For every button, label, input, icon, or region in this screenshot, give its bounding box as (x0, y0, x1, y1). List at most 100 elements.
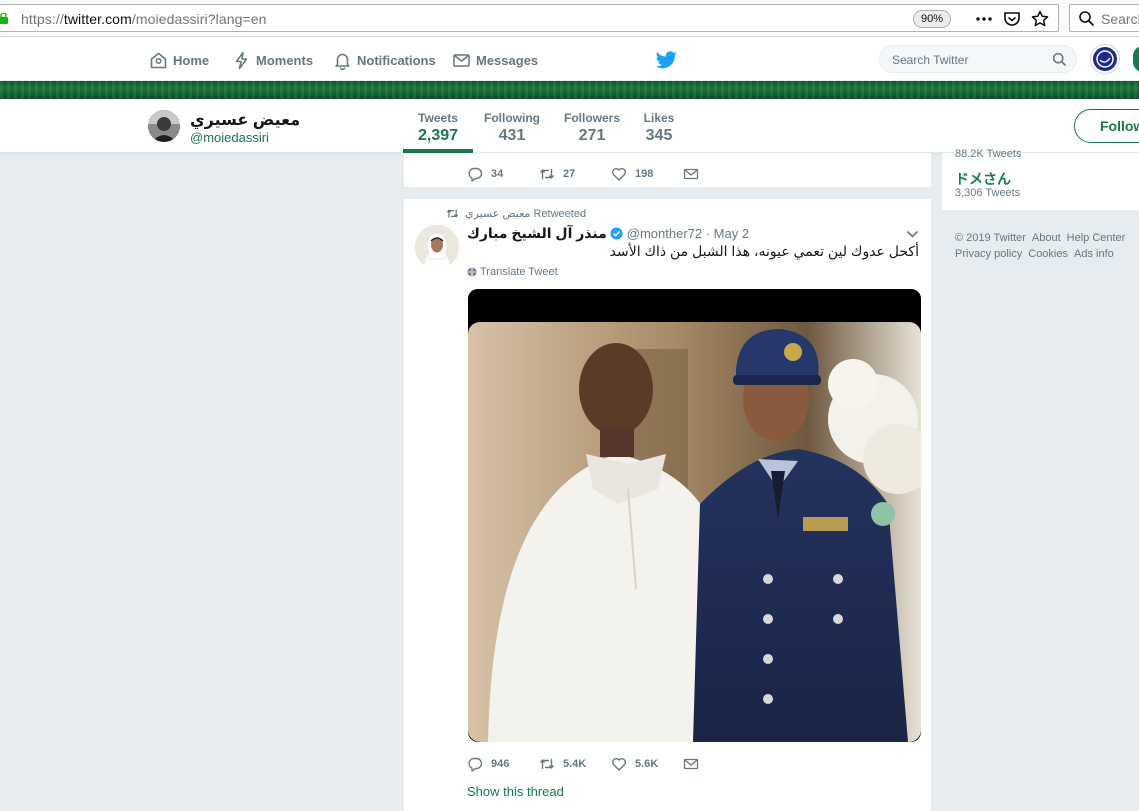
twitter-bird-icon[interactable] (656, 51, 677, 69)
reply-button[interactable]: 946 (467, 756, 539, 772)
footer-copyright: © 2019 Twitter (955, 232, 1026, 244)
bell-icon (335, 53, 350, 70)
tweet-actions: 946 5.4K 5.6K (467, 756, 707, 772)
trend-name[interactable]: ドメさん (955, 169, 1011, 189)
pocket-icon[interactable] (1002, 9, 1022, 29)
retweet-button[interactable]: 5.4K (539, 756, 611, 772)
footer-help-link[interactable]: Help Center (1067, 232, 1126, 244)
profile-photo-icon (148, 110, 180, 142)
stat-following[interactable]: Following 431 (481, 111, 543, 145)
lock-icon (0, 13, 8, 24)
heart-icon (612, 758, 626, 771)
account-logo-icon (1096, 50, 1114, 68)
direct-message-button[interactable] (683, 166, 707, 182)
reply-count: 34 (491, 168, 504, 180)
profile-nav: معيض عسيري @moiedassiri Tweets 2,397 Fol… (0, 99, 1139, 153)
nav-notifications[interactable]: Notifications (333, 51, 436, 70)
footer-cookies-link[interactable]: Cookies (1028, 248, 1068, 260)
globe-icon (467, 267, 477, 277)
tweet-author-name[interactable]: منذر آل الشيخ مبارك (467, 225, 607, 242)
tweet-actions-previous: 34 27 198 (467, 166, 707, 182)
like-button[interactable]: 5.6K (611, 756, 683, 772)
nav-moments-label: Moments (256, 53, 314, 68)
compose-tweet-button[interactable] (1133, 46, 1139, 72)
retweet-count: 5.4K (563, 758, 587, 770)
nav-home-label: Home (173, 53, 210, 68)
tweet-media-image[interactable] (468, 289, 921, 742)
retweet-icon (539, 169, 555, 179)
like-count: 198 (635, 168, 654, 180)
bookmark-star-icon[interactable] (1030, 9, 1050, 29)
reply-button[interactable]: 34 (467, 166, 539, 182)
retweet-icon (446, 209, 459, 218)
verified-badge-icon (610, 227, 623, 240)
trend-count: 3,306 Tweets (955, 187, 1021, 199)
direct-message-button[interactable] (683, 756, 707, 772)
account-avatar[interactable] (1091, 45, 1119, 73)
envelope-icon (683, 168, 699, 180)
chevron-down-icon[interactable] (906, 229, 919, 239)
stat-likes[interactable]: Likes 345 (640, 111, 678, 145)
envelope-icon (453, 54, 470, 67)
footer-privacy-link[interactable]: Privacy policy (955, 248, 1022, 260)
twitter-top-nav: Home Moments Notifications Messages Sear… (0, 37, 1139, 81)
browser-toolbar: https://twitter.com/moiedassiri?lang=en … (0, 0, 1139, 37)
tweet-author-handle[interactable]: @monther72 · May 2 (627, 226, 749, 241)
tweet-author-avatar[interactable] (415, 225, 459, 269)
stat-label: Tweets (418, 111, 458, 125)
profile-avatar[interactable] (148, 110, 180, 142)
tweet-header: منذر آل الشيخ مبارك @monther72 · May 2 (467, 225, 922, 242)
like-count: 5.6K (635, 758, 659, 770)
footer-ads-link[interactable]: Ads info (1074, 248, 1114, 260)
translate-tweet-link[interactable]: Translate Tweet (467, 266, 558, 278)
show-thread-link[interactable]: Show this thread (467, 784, 564, 799)
retweet-icon (539, 759, 555, 769)
stat-label: Likes (643, 111, 675, 125)
stat-tweets[interactable]: Tweets 2,397 (403, 111, 473, 145)
trend-count-cut: 88.2K Tweets (955, 148, 1022, 160)
home-icon (150, 52, 167, 69)
search-icon (1079, 11, 1095, 27)
stat-value: 2,397 (417, 127, 459, 144)
follow-button[interactable]: Follow (1074, 109, 1139, 143)
stat-followers[interactable]: Followers 271 (562, 111, 622, 145)
nav-moments[interactable]: Moments (232, 51, 313, 70)
reply-count: 946 (491, 758, 510, 770)
search-icon[interactable] (1052, 52, 1067, 67)
browser-search-field[interactable]: Search (1069, 4, 1139, 32)
retweet-count: 27 (563, 168, 576, 180)
like-button[interactable]: 198 (611, 166, 683, 182)
twitter-search-input[interactable]: Search Twitter (879, 45, 1077, 73)
profile-banner (0, 81, 1139, 99)
retweeted-by-text[interactable]: معيض عسيري Retweeted (465, 207, 586, 220)
translate-tweet-label: Translate Tweet (480, 266, 558, 278)
retweet-context: معيض عسيري Retweeted (446, 207, 586, 220)
photo-two-men-icon (468, 289, 921, 742)
stat-value: 431 (498, 127, 526, 144)
nav-notifications-label: Notifications (357, 53, 436, 68)
address-bar[interactable]: https://twitter.com/moiedassiri?lang=en … (0, 4, 1059, 32)
lightning-icon (235, 51, 248, 70)
nav-messages-label: Messages (476, 53, 539, 68)
browser-search-placeholder: Search (1101, 11, 1139, 27)
nav-messages[interactable]: Messages (452, 51, 538, 70)
retweet-button[interactable]: 27 (539, 166, 611, 182)
stat-label: Followers (563, 111, 620, 125)
reply-icon (468, 167, 483, 182)
twitter-search-placeholder: Search Twitter (892, 53, 969, 67)
author-photo-icon (415, 225, 459, 269)
profile-name[interactable]: معيض عسيري (190, 110, 300, 130)
zoom-badge[interactable]: 90% (913, 10, 951, 28)
envelope-icon (683, 758, 699, 770)
more-actions-icon[interactable] (974, 9, 994, 29)
reply-icon (468, 757, 483, 772)
nav-home[interactable]: Home (149, 51, 209, 70)
stat-label: Following (484, 111, 540, 125)
sidebar-footer: © 2019 Twitter About Help Center Privacy p… (955, 230, 1139, 262)
footer-about-link[interactable]: About (1032, 232, 1061, 244)
heart-icon (612, 168, 626, 181)
stat-value: 271 (578, 127, 606, 144)
profile-handle[interactable]: @moiedassiri (190, 130, 269, 145)
stat-value: 345 (645, 127, 673, 144)
url-text: https://twitter.com/moiedassiri?lang=en (21, 11, 267, 27)
